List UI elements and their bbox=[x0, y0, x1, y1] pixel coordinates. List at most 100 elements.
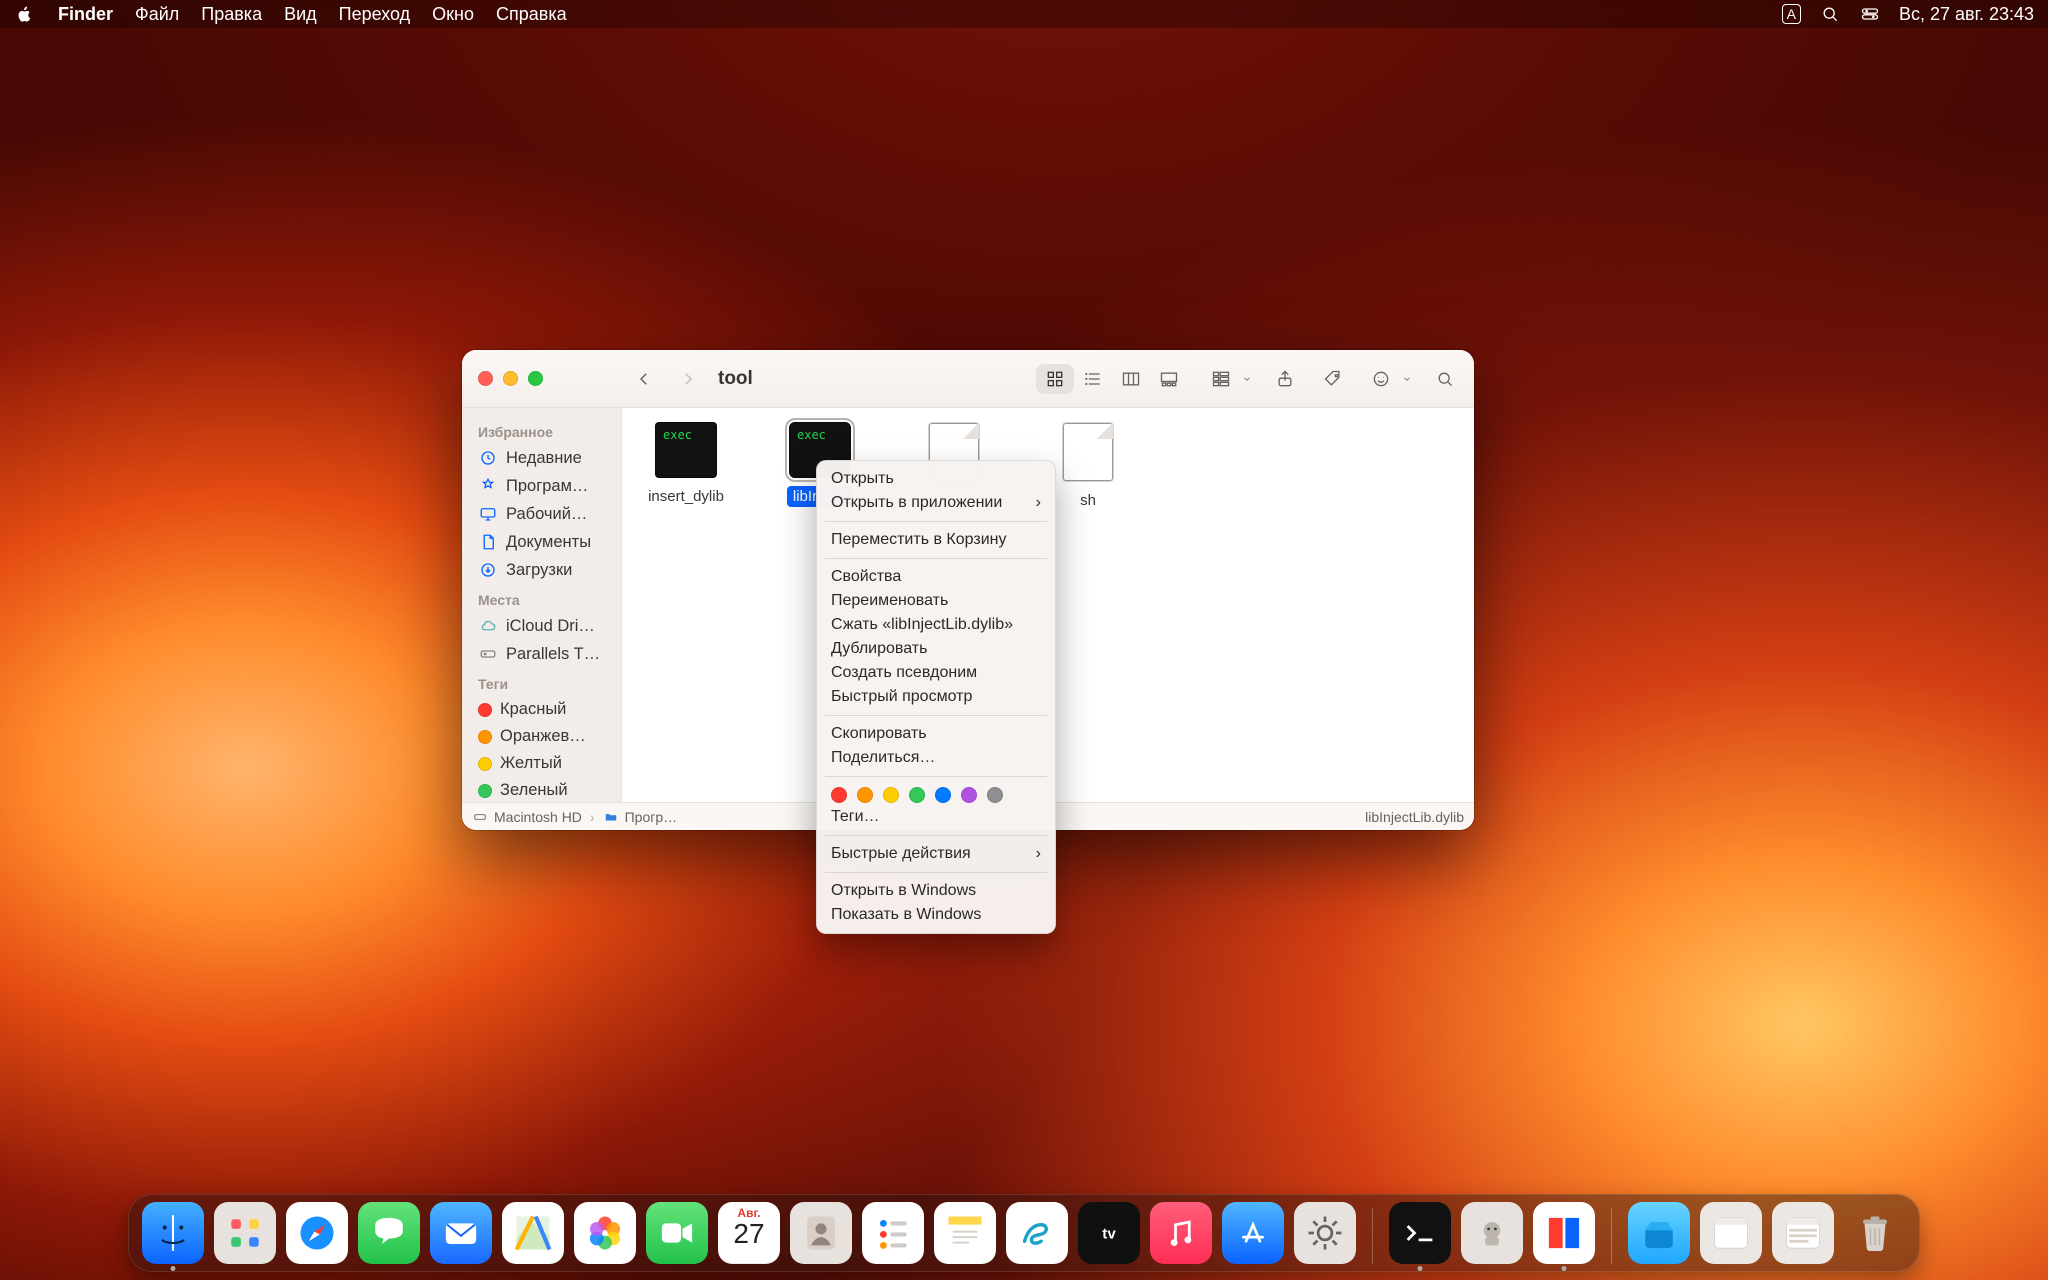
sidebar-tag-yellow[interactable]: Желтый bbox=[470, 750, 615, 777]
dock-app-settings[interactable] bbox=[1294, 1202, 1356, 1264]
dock-app-maps[interactable] bbox=[502, 1202, 564, 1264]
menu-window[interactable]: Окно bbox=[432, 4, 474, 25]
sidebar-item-applications[interactable]: Програм… bbox=[470, 472, 615, 500]
cm-label: Дублировать bbox=[831, 640, 927, 658]
cm-open-in-windows[interactable]: Открыть в Windows bbox=[817, 879, 1055, 903]
sidebar-section-favorites: Избранное bbox=[470, 416, 615, 444]
cm-tag-color-green[interactable] bbox=[909, 787, 925, 803]
cm-share[interactable]: Поделиться… bbox=[817, 746, 1055, 770]
sidebar-item-label: Загрузки bbox=[506, 561, 572, 580]
path-crumb-root[interactable]: Macintosh HD bbox=[472, 809, 582, 825]
dock-app-photos[interactable] bbox=[574, 1202, 636, 1264]
dock-minimized-window-2[interactable] bbox=[1772, 1202, 1834, 1264]
cm-tag-color-yellow[interactable] bbox=[883, 787, 899, 803]
file-item[interactable]: insert_dylib bbox=[636, 422, 736, 511]
sidebar-item-icloud[interactable]: iCloud Dri… bbox=[470, 612, 615, 640]
dock-app-safari[interactable] bbox=[286, 1202, 348, 1264]
dock-app-mail[interactable] bbox=[430, 1202, 492, 1264]
group-by-button[interactable] bbox=[1206, 364, 1252, 394]
menu-file[interactable]: Файл bbox=[135, 4, 179, 25]
cm-open[interactable]: Открыть bbox=[817, 467, 1055, 491]
nav-back-button[interactable] bbox=[630, 365, 658, 393]
menu-go[interactable]: Переход bbox=[339, 4, 411, 25]
menubar-datetime[interactable]: Вс, 27 авг. 23:43 bbox=[1899, 4, 2034, 25]
menu-help[interactable]: Справка bbox=[496, 4, 567, 25]
view-icons-button[interactable] bbox=[1036, 364, 1074, 394]
sidebar-item-documents[interactable]: Документы bbox=[470, 528, 615, 556]
cm-label: Показать в Windows bbox=[831, 906, 981, 924]
chevron-down-icon bbox=[1242, 374, 1252, 384]
apple-menu-icon[interactable] bbox=[14, 3, 36, 25]
dock-app-finder[interactable] bbox=[142, 1202, 204, 1264]
cm-tags[interactable]: Теги… bbox=[817, 805, 1055, 829]
cm-move-to-trash[interactable]: Переместить в Корзину bbox=[817, 528, 1055, 552]
dock-app-contacts[interactable] bbox=[790, 1202, 852, 1264]
dock-app-reminders[interactable] bbox=[862, 1202, 924, 1264]
control-center-icon[interactable] bbox=[1859, 3, 1881, 25]
cm-tag-color-gray[interactable] bbox=[987, 787, 1003, 803]
sidebar-tag-red[interactable]: Красный bbox=[470, 696, 615, 723]
sidebar-item-downloads[interactable]: Загрузки bbox=[470, 556, 615, 584]
calendar-day: 27 bbox=[733, 1220, 764, 1248]
dock-app-parallels[interactable] bbox=[1533, 1202, 1595, 1264]
path-crumb-leaf[interactable]: libInjectLib.dylib bbox=[1365, 809, 1464, 825]
menubar-app-name[interactable]: Finder bbox=[58, 4, 113, 25]
tag-dot-icon bbox=[478, 784, 492, 798]
sidebar-item-parallels[interactable]: Parallels T… bbox=[470, 640, 615, 668]
cm-quick-actions[interactable]: Быстрые действия › bbox=[817, 842, 1055, 866]
cm-label: Поделиться… bbox=[831, 749, 935, 767]
cm-rename[interactable]: Переименовать bbox=[817, 589, 1055, 613]
menu-view[interactable]: Вид bbox=[284, 4, 317, 25]
cm-show-in-windows[interactable]: Показать в Windows bbox=[817, 903, 1055, 927]
cm-copy[interactable]: Скопировать bbox=[817, 722, 1055, 746]
cm-tag-color-blue[interactable] bbox=[935, 787, 951, 803]
search-button[interactable] bbox=[1430, 364, 1460, 394]
folder-icon bbox=[603, 809, 619, 825]
cm-separator bbox=[825, 872, 1047, 873]
cm-tag-color-red[interactable] bbox=[831, 787, 847, 803]
sidebar-item-label: Желтый bbox=[500, 754, 562, 773]
dock-app-facetime[interactable] bbox=[646, 1202, 708, 1264]
window-close-button[interactable] bbox=[478, 371, 493, 386]
dock-app-calendar[interactable]: Авг. 27 bbox=[718, 1202, 780, 1264]
dock-app-music[interactable] bbox=[1150, 1202, 1212, 1264]
cm-compress[interactable]: Сжать «libInjectLib.dylib» bbox=[817, 613, 1055, 637]
view-columns-button[interactable] bbox=[1112, 364, 1150, 394]
cm-quick-look[interactable]: Быстрый просмотр bbox=[817, 685, 1055, 709]
sidebar-item-desktop[interactable]: Рабочий… bbox=[470, 500, 615, 528]
spotlight-icon[interactable] bbox=[1819, 3, 1841, 25]
view-gallery-button[interactable] bbox=[1150, 364, 1188, 394]
sidebar-item-recents[interactable]: Недавние bbox=[470, 444, 615, 472]
cm-label: Открыть в Windows bbox=[831, 882, 976, 900]
dock-trash[interactable] bbox=[1844, 1202, 1906, 1264]
nav-forward-button[interactable] bbox=[674, 365, 702, 393]
dock-app-freeform[interactable] bbox=[1006, 1202, 1068, 1264]
dock-app-tv[interactable]: tv bbox=[1078, 1202, 1140, 1264]
cm-open-with[interactable]: Открыть в приложении › bbox=[817, 491, 1055, 515]
cm-make-alias[interactable]: Создать псевдоним bbox=[817, 661, 1055, 685]
sidebar-tag-green[interactable]: Зеленый bbox=[470, 777, 615, 802]
path-crumb-folder[interactable]: Прогр… bbox=[603, 809, 678, 825]
sidebar-tag-orange[interactable]: Оранжев… bbox=[470, 723, 615, 750]
dock-minimized-window-1[interactable] bbox=[1700, 1202, 1762, 1264]
cm-get-info[interactable]: Свойства bbox=[817, 565, 1055, 589]
window-title: tool bbox=[718, 368, 753, 390]
input-source-indicator[interactable]: A bbox=[1782, 4, 1801, 24]
dock-app-appstore[interactable] bbox=[1222, 1202, 1284, 1264]
actions-button[interactable] bbox=[1366, 364, 1412, 394]
tags-button[interactable] bbox=[1318, 364, 1348, 394]
window-zoom-button[interactable] bbox=[528, 371, 543, 386]
cm-tag-color-orange[interactable] bbox=[857, 787, 873, 803]
cm-duplicate[interactable]: Дублировать bbox=[817, 637, 1055, 661]
dock-stack-downloads[interactable] bbox=[1628, 1202, 1690, 1264]
dock-app-automator[interactable] bbox=[1461, 1202, 1523, 1264]
dock-app-messages[interactable] bbox=[358, 1202, 420, 1264]
window-minimize-button[interactable] bbox=[503, 371, 518, 386]
view-list-button[interactable] bbox=[1074, 364, 1112, 394]
dock-app-launchpad[interactable] bbox=[214, 1202, 276, 1264]
dock-app-terminal[interactable] bbox=[1389, 1202, 1451, 1264]
cm-tag-color-purple[interactable] bbox=[961, 787, 977, 803]
share-button[interactable] bbox=[1270, 364, 1300, 394]
menu-edit[interactable]: Правка bbox=[201, 4, 262, 25]
dock-app-notes[interactable] bbox=[934, 1202, 996, 1264]
